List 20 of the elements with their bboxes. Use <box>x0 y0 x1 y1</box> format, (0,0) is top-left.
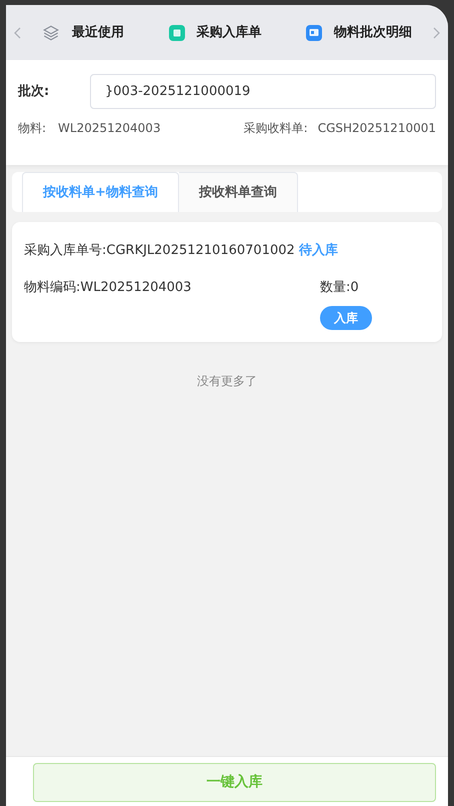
chevron-left-icon[interactable] <box>14 26 22 38</box>
card-icon <box>306 24 322 40</box>
calendar-icon <box>168 24 184 40</box>
receipt-label: 采购收料单: <box>244 120 308 137</box>
layers-icon <box>42 24 60 42</box>
nav-tab[interactable]: 物料批次明细 <box>334 22 412 42</box>
no-more-text: 没有更多了 <box>196 373 258 390</box>
material-value: WL20251204003 <box>58 120 161 137</box>
order-number: 采购入库单号:CGRKJL20251210160701002 <box>24 242 295 260</box>
status-label: 待入库 <box>298 242 338 260</box>
query-tab[interactable]: 按收料单查询 <box>178 172 298 212</box>
batch-input[interactable]: }003-2025121000019 <box>90 74 436 109</box>
material-label: 物料: <box>18 120 46 137</box>
quantity-text: 数量:0 <box>320 278 359 296</box>
receipt-value: CGSH20251210001 <box>318 120 436 137</box>
batch-label: 批次: <box>18 82 50 101</box>
nav-tab[interactable]: 最近使用 <box>72 22 124 42</box>
nav-tab[interactable]: 采购入库单 <box>196 22 262 42</box>
material-code: 物料编码:WL20251204003 <box>24 278 192 296</box>
chevron-right-icon[interactable] <box>432 26 440 38</box>
